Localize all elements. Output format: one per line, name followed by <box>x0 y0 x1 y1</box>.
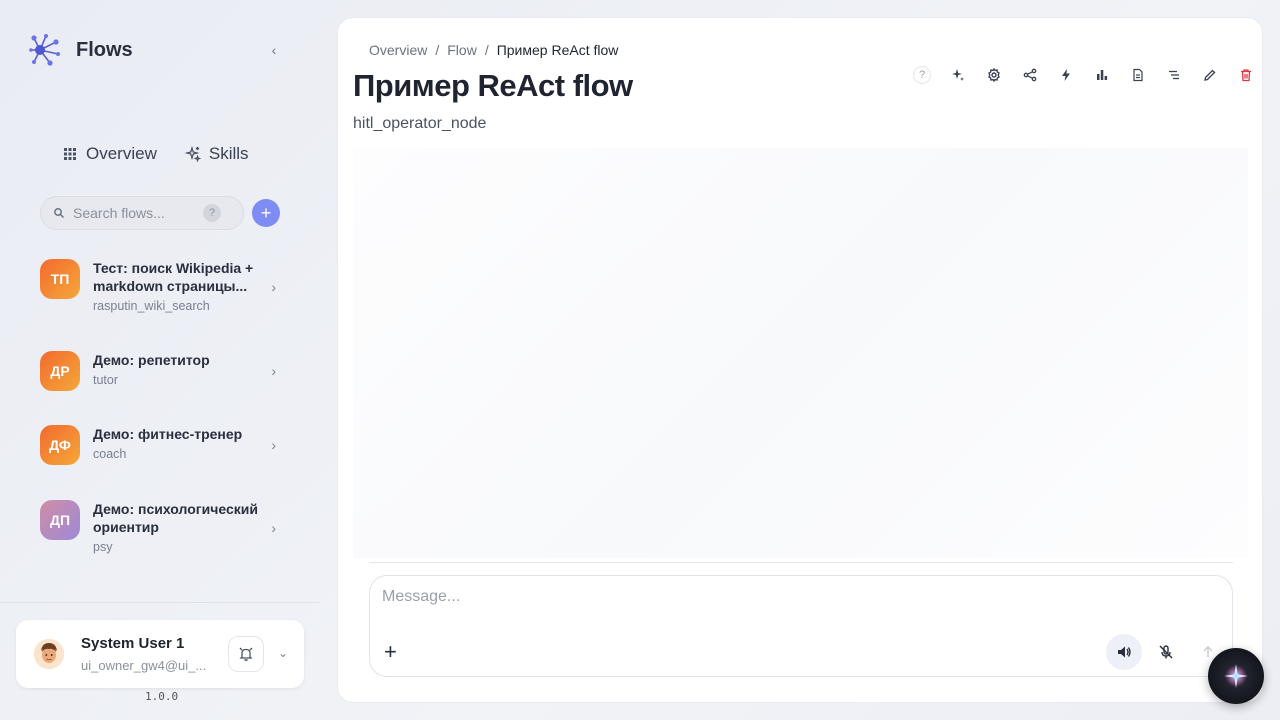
search-help-icon[interactable]: ? <box>203 204 221 222</box>
delete-button[interactable] <box>1228 64 1264 86</box>
chart-icon <box>1097 70 1108 80</box>
share-icon <box>1023 68 1037 82</box>
breadcrumb-separator: / <box>435 42 440 58</box>
flow-avatar: ТП <box>40 259 80 299</box>
flow-avatar: ДР <box>40 351 80 391</box>
trigger-button[interactable] <box>1048 64 1084 86</box>
avatar <box>34 639 64 669</box>
user-card[interactable]: System User 1 ui_owner_gw4@ui_... ⌄ <box>16 620 304 688</box>
document-button[interactable] <box>1120 64 1156 86</box>
sidebar-divider <box>0 602 320 603</box>
flow-item[interactable]: ДР Демо: репетитор tutor › <box>40 351 284 391</box>
plus-icon: + <box>260 203 272 223</box>
notifications-button[interactable] <box>228 636 264 672</box>
sidebar: Flows ‹ Overview Skills ? <box>0 0 320 720</box>
chevron-right-icon: › <box>271 437 276 453</box>
nav-overview-label: Overview <box>86 144 157 163</box>
app-name: Flows <box>76 38 133 61</box>
search-box: ? <box>40 196 244 230</box>
share-button[interactable] <box>1012 64 1048 86</box>
user-email: ui_owner_gw4@ui_... <box>81 658 207 673</box>
chevron-right-icon: › <box>271 363 276 379</box>
flow-toolbar: ? <box>904 64 1264 86</box>
help-icon: ? <box>913 66 931 84</box>
bell-off-icon <box>239 647 253 661</box>
chevron-down-icon[interactable]: ⌄ <box>278 646 288 660</box>
sparkle-orb-icon <box>1224 664 1248 688</box>
page-subtitle: hitl_operator_node <box>353 115 487 132</box>
app-logo[interactable]: Flows <box>28 32 133 68</box>
flow-avatar: ДП <box>40 500 80 540</box>
breadcrumb-overview[interactable]: Overview <box>369 42 427 58</box>
magic-icon <box>952 69 964 81</box>
flow-item[interactable]: ДП Демо: психологический ориентир psy › <box>40 500 284 554</box>
nav-overview[interactable]: Overview <box>62 144 157 164</box>
flow-avatar: ДФ <box>40 425 80 465</box>
main-panel: Overview / Flow / Пример ReAct flow Прим… <box>337 17 1263 703</box>
app-version: 1.0.0 <box>145 690 179 703</box>
speaker-icon <box>1118 646 1131 658</box>
document-icon <box>1133 68 1143 82</box>
bolt-icon <box>1062 69 1070 81</box>
chevron-right-icon: › <box>271 279 276 295</box>
nav-skills-label: Skills <box>208 144 249 163</box>
edit-icon <box>1204 69 1216 81</box>
attach-button[interactable]: + <box>384 640 397 664</box>
mic-off-icon <box>1159 645 1173 659</box>
microphone-button[interactable] <box>1148 634 1184 670</box>
breadcrumb: Overview / Flow / Пример ReAct flow <box>369 42 618 58</box>
arrow-up-icon <box>1203 646 1213 657</box>
user-avatar-icon <box>34 639 64 669</box>
breadcrumb-current: Пример ReAct flow <box>496 42 619 58</box>
message-composer: + <box>369 575 1233 677</box>
analytics-button[interactable] <box>1084 64 1120 86</box>
flow-item[interactable]: ДФ Демо: фитнес-тренер coach › <box>40 425 284 465</box>
nav-skills[interactable]: Skills <box>184 144 249 164</box>
breadcrumb-flow[interactable]: Flow <box>447 42 477 58</box>
flows-logo-icon <box>29 34 60 66</box>
flow-item[interactable]: ТП Тест: поиск Wikipedia + markdown стра… <box>40 259 284 313</box>
flow-title: Демо: психологический ориентир <box>93 501 258 535</box>
assistant-orb-button[interactable] <box>1208 648 1264 704</box>
sparkles-icon <box>184 146 201 162</box>
chevron-right-icon: › <box>271 520 276 536</box>
search-icon <box>53 207 65 219</box>
chat-divider <box>369 562 1233 563</box>
flow-title: Тест: поиск Wikipedia + markdown страниц… <box>93 260 254 294</box>
outline-button[interactable] <box>1156 64 1192 86</box>
grid-icon <box>64 148 76 160</box>
edit-button[interactable] <box>1192 64 1228 86</box>
flow-slug: coach <box>93 447 127 461</box>
sidebar-nav: Overview Skills <box>62 144 249 164</box>
message-input[interactable] <box>382 588 1182 606</box>
user-name: System User 1 <box>81 635 185 652</box>
chevron-left-icon: ‹ <box>271 42 277 58</box>
collapse-sidebar-button[interactable]: ‹ <box>266 42 282 58</box>
flow-title: Демо: репетитор <box>93 352 210 368</box>
plus-icon: + <box>384 639 397 664</box>
flow-title: Демо: фитнес-тренер <box>93 426 243 442</box>
voice-output-button[interactable] <box>1106 634 1142 670</box>
flow-slug: rasputin_wiki_search <box>93 299 210 313</box>
flow-slug: tutor <box>93 373 119 387</box>
outline-icon <box>1169 70 1179 80</box>
magic-button[interactable] <box>940 64 976 86</box>
settings-button[interactable] <box>976 64 1012 86</box>
add-flow-button[interactable]: + <box>252 199 280 227</box>
help-button[interactable]: ? <box>904 64 940 86</box>
settings-icon <box>988 68 1000 82</box>
delete-icon <box>1241 69 1251 82</box>
chat-messages-area <box>353 148 1248 558</box>
page-title: Пример ReAct flow <box>353 68 633 103</box>
flow-slug: psy <box>93 540 113 554</box>
breadcrumb-separator: / <box>484 42 489 58</box>
search-input[interactable] <box>73 205 203 221</box>
